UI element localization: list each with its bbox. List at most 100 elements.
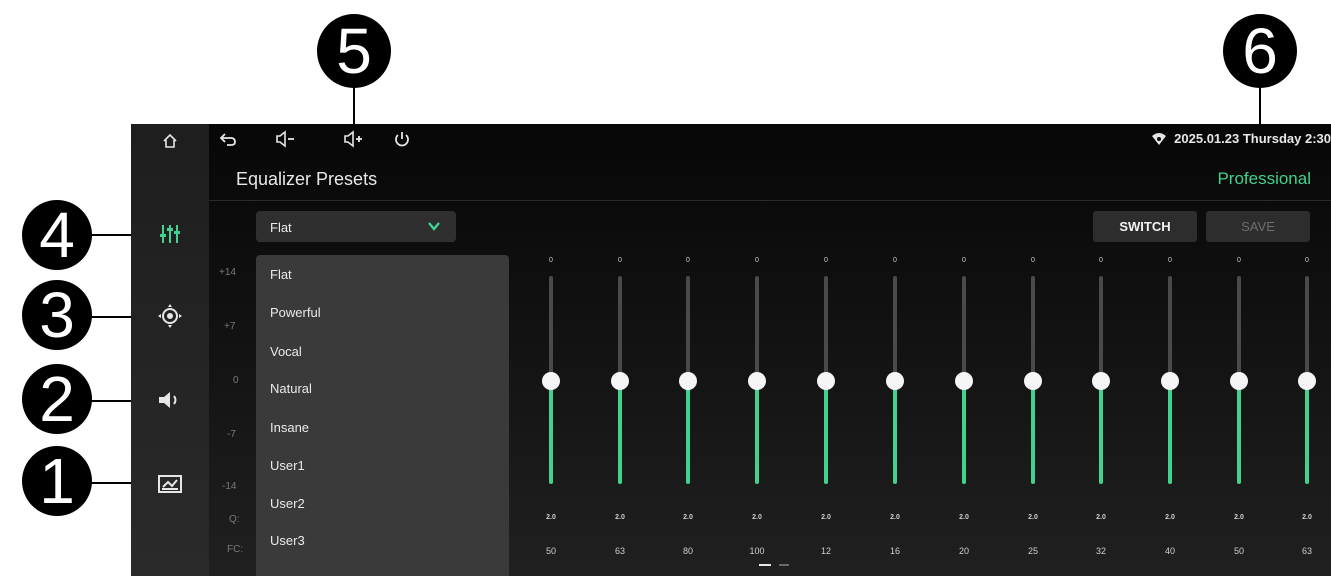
band-fc-value[interactable]: 80 <box>670 546 706 556</box>
band-gain: 0 <box>1099 257 1103 264</box>
crossover-icon[interactable] <box>131 470 209 498</box>
band-slider-handle[interactable] <box>611 372 629 390</box>
volume-down-icon[interactable] <box>275 130 297 153</box>
preset-option-insane[interactable]: Insane <box>270 420 309 435</box>
scale-label-0: 0 <box>233 375 239 386</box>
sound-position-icon[interactable] <box>131 302 209 330</box>
band-gain: 0 <box>1305 257 1309 264</box>
band-slider-handle[interactable] <box>679 372 697 390</box>
band-slider-fill <box>1031 384 1035 484</box>
band-gain: 0 <box>962 257 966 264</box>
eq-band-11[interactable]: 0 2.0 50 <box>1221 254 1257 576</box>
band-gain: 0 <box>1168 257 1172 264</box>
band-slider-handle[interactable] <box>542 372 560 390</box>
preset-option-user1[interactable]: User1 <box>270 458 305 473</box>
eq-band-4[interactable]: 0 2.0 100 <box>739 254 775 576</box>
save-button[interactable]: SAVE <box>1206 211 1310 242</box>
band-gain: 0 <box>618 257 622 264</box>
eq-band-9[interactable]: 0 2.0 32 <box>1083 254 1119 576</box>
band-gain: 0 <box>824 257 828 264</box>
fc-label: FC: <box>227 544 244 555</box>
speaker-icon[interactable] <box>131 386 209 414</box>
band-fc-value[interactable]: 12 <box>808 546 844 556</box>
band-q-value[interactable]: 2.0 <box>1015 514 1051 521</box>
page-title: Equalizer Presets <box>236 169 378 189</box>
header-divider <box>209 200 1331 201</box>
band-fc-value[interactable]: 63 <box>602 546 638 556</box>
band-slider-handle[interactable] <box>1161 372 1179 390</box>
page-indicator-active <box>759 564 771 566</box>
home-icon[interactable] <box>131 130 209 152</box>
band-slider-handle[interactable] <box>817 372 835 390</box>
band-slider-handle[interactable] <box>886 372 904 390</box>
band-slider-fill <box>824 384 828 484</box>
eq-band-2[interactable]: 0 2.0 63 <box>602 254 638 576</box>
scale-label-plus14: +14 <box>219 267 236 278</box>
eq-band-8[interactable]: 0 2.0 25 <box>1015 254 1051 576</box>
band-slider-handle[interactable] <box>1298 372 1316 390</box>
back-icon[interactable] <box>219 130 237 153</box>
band-q-value[interactable]: 2.0 <box>739 514 775 521</box>
callout-4: 4 <box>22 200 92 270</box>
eq-band-6[interactable]: 0 2.0 16 <box>877 254 913 576</box>
band-q-value[interactable]: 2.0 <box>1221 514 1257 521</box>
eq-band-5[interactable]: 0 2.0 12 <box>808 254 844 576</box>
callout-1: 1 <box>22 446 92 516</box>
eq-band-12[interactable]: 0 2.0 63 <box>1289 254 1325 576</box>
mode-toggle-professional[interactable]: Professional <box>1217 169 1311 189</box>
chevron-down-icon <box>426 218 442 239</box>
status-clock: 2025.01.23 Thursday 2:30 <box>1174 131 1331 146</box>
band-slider-fill <box>962 384 966 484</box>
preset-select[interactable]: Flat <box>256 211 456 242</box>
preset-option-vocal[interactable]: Vocal <box>270 344 302 359</box>
band-slider-handle[interactable] <box>955 372 973 390</box>
band-q-value[interactable]: 2.0 <box>877 514 913 521</box>
band-slider-handle[interactable] <box>748 372 766 390</box>
band-q-value[interactable]: 2.0 <box>1289 514 1325 521</box>
band-slider-fill <box>755 384 759 484</box>
eq-band-10[interactable]: 0 2.0 40 <box>1152 254 1188 576</box>
scale-label-minus14: -14 <box>222 481 237 492</box>
switch-button[interactable]: SWITCH <box>1093 211 1197 242</box>
band-slider-handle[interactable] <box>1092 372 1110 390</box>
band-fc-value[interactable]: 100 <box>739 546 775 556</box>
eq-band-7[interactable]: 0 2.0 20 <box>946 254 982 576</box>
band-q-value[interactable]: 2.0 <box>1083 514 1119 521</box>
scale-label-minus7: -7 <box>227 429 236 440</box>
status-bar: 2025.01.23 Thursday 2:30 <box>209 124 1331 156</box>
band-fc-value[interactable]: 63 <box>1289 546 1325 556</box>
band-q-value[interactable]: 2.0 <box>533 514 569 521</box>
band-q-value[interactable]: 2.0 <box>602 514 638 521</box>
wifi-icon <box>1151 132 1167 151</box>
band-fc-value[interactable]: 16 <box>877 546 913 556</box>
preset-option-powerful[interactable]: Powerful <box>270 305 321 320</box>
callout-2: 2 <box>22 364 92 434</box>
sidebar <box>131 124 209 576</box>
band-slider-handle[interactable] <box>1024 372 1042 390</box>
band-gain: 0 <box>1237 257 1241 264</box>
band-fc-value[interactable]: 20 <box>946 546 982 556</box>
band-fc-value[interactable]: 25 <box>1015 546 1051 556</box>
band-fc-value[interactable]: 40 <box>1152 546 1188 556</box>
preset-option-user2[interactable]: User2 <box>270 496 305 511</box>
scale-label-plus7: +7 <box>224 321 236 332</box>
band-gain: 0 <box>1031 257 1035 264</box>
eq-band-1[interactable]: 0 2.0 50 <box>533 254 569 576</box>
eq-band-3[interactable]: 0 2.0 80 <box>670 254 706 576</box>
band-gain: 0 <box>549 257 553 264</box>
preset-option-user3[interactable]: User3 <box>270 533 305 548</box>
preset-option-natural[interactable]: Natural <box>270 381 312 396</box>
preset-option-flat[interactable]: Flat <box>270 267 292 282</box>
band-q-value[interactable]: 2.0 <box>670 514 706 521</box>
equalizer-icon[interactable] <box>131 220 209 248</box>
band-q-value[interactable]: 2.0 <box>1152 514 1188 521</box>
power-icon[interactable] <box>393 130 411 153</box>
band-fc-value[interactable]: 50 <box>533 546 569 556</box>
band-fc-value[interactable]: 50 <box>1221 546 1257 556</box>
band-q-value[interactable]: 2.0 <box>808 514 844 521</box>
callout-6: 6 <box>1223 14 1297 88</box>
band-slider-handle[interactable] <box>1230 372 1248 390</box>
volume-up-icon[interactable] <box>343 130 365 153</box>
band-q-value[interactable]: 2.0 <box>946 514 982 521</box>
band-fc-value[interactable]: 32 <box>1083 546 1119 556</box>
